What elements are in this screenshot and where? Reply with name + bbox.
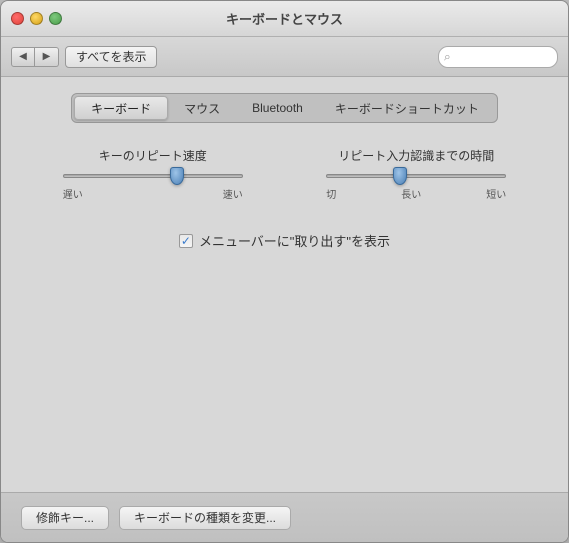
titlebar: キーボードとマウス	[1, 1, 568, 37]
sliders-row: キーのリピート速度 遅い 速い リピート入力認識までの時間 切 長い 短い	[21, 147, 548, 201]
nav-group: ◀ ▶	[11, 47, 59, 67]
tab-shortcuts[interactable]: キーボードショートカット	[319, 96, 495, 120]
show-all-button[interactable]: すべてを表示	[65, 46, 157, 68]
bottom-bar: 修飾キー... キーボードの種類を変更...	[1, 492, 568, 542]
modifier-keys-button[interactable]: 修飾キー...	[21, 506, 109, 530]
tab-bluetooth[interactable]: Bluetooth	[236, 96, 319, 120]
repeat-delay-slider[interactable]	[326, 174, 506, 178]
repeat-speed-scale: 遅い 速い	[63, 186, 243, 201]
repeat-delay-long-label: 長い	[401, 186, 421, 201]
repeat-delay-scale: 切 長い 短い	[326, 186, 506, 201]
minimize-button[interactable]	[30, 12, 43, 25]
checkbox-check-icon: ✓	[181, 235, 191, 247]
repeat-speed-right-label: 速い	[223, 186, 243, 201]
tab-bar: キーボード マウス Bluetooth キーボードショートカット	[71, 93, 498, 123]
forward-button[interactable]: ▶	[35, 47, 59, 67]
search-input[interactable]	[438, 46, 558, 68]
repeat-speed-group: キーのリピート速度 遅い 速い	[43, 147, 263, 201]
tab-mouse[interactable]: マウス	[168, 96, 236, 120]
window-title: キーボードとマウス	[226, 9, 343, 28]
repeat-delay-label: リピート入力認識までの時間	[338, 147, 494, 164]
repeat-delay-off-label: 切	[326, 186, 336, 201]
menu-bar-checkbox[interactable]: ✓	[179, 234, 193, 248]
content-area: キーボード マウス Bluetooth キーボードショートカット キーのリピート…	[1, 77, 568, 492]
tab-keyboard[interactable]: キーボード	[74, 96, 168, 120]
back-button[interactable]: ◀	[11, 47, 35, 67]
checkbox-row: ✓ メニューバーに"取り出す"を表示	[179, 231, 390, 250]
close-button[interactable]	[11, 12, 24, 25]
maximize-button[interactable]	[49, 12, 62, 25]
repeat-speed-left-label: 遅い	[63, 186, 83, 201]
toolbar: ◀ ▶ すべてを表示 ⌕	[1, 37, 568, 77]
window-controls	[11, 12, 62, 25]
checkbox-label: メニューバーに"取り出す"を表示	[199, 231, 390, 250]
repeat-delay-group: リピート入力認識までの時間 切 長い 短い	[306, 147, 526, 201]
repeat-speed-label: キーのリピート速度	[99, 147, 207, 164]
repeat-delay-short-label: 短い	[486, 186, 506, 201]
search-wrapper: ⌕	[438, 46, 558, 68]
main-window: キーボードとマウス ◀ ▶ すべてを表示 ⌕ キーボード マウス Bluetoo…	[0, 0, 569, 543]
change-keyboard-button[interactable]: キーボードの種類を変更...	[119, 506, 291, 530]
repeat-speed-slider[interactable]	[63, 174, 243, 178]
